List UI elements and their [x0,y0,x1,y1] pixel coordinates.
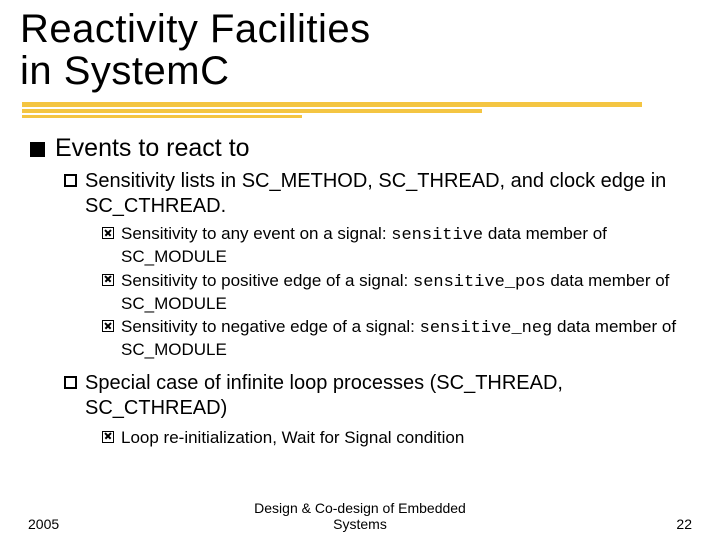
footer-center-line1: Design & Co-design of Embedded [254,500,466,516]
bullet-level3-item: Loop re-initialization, Wait for Signal … [102,427,690,448]
underline-bar-3 [22,115,302,118]
bullet-level3-item: Sensitivity to positive edge of a signal… [102,270,690,315]
bullet-level3-item: Sensitivity to any event on a signal: se… [102,223,690,268]
slide: Reactivity Facilities in SystemC Events … [0,0,720,540]
l3-text: Sensitivity to negative edge of a signal… [121,316,690,361]
title-underline [22,102,642,118]
bullet-level2-item: Sensitivity lists in SC_METHOD, SC_THREA… [64,169,690,219]
square-bullet-icon [30,142,45,157]
footer-center: Design & Co-design of Embedded Systems [254,500,466,532]
l2-text: Special case of infinite loop processes … [85,371,690,421]
hollow-square-bullet-icon [64,174,77,187]
l3-text: Loop re-initialization, Wait for Signal … [121,427,464,448]
l3-code: sensitive_neg [420,319,553,338]
bullet-level2-item: Special case of infinite loop processes … [64,371,690,421]
bullet-level1-item: Events to react to [30,134,690,163]
title-wrap: Reactivity Facilities in SystemC [0,0,720,92]
l3-code: sensitive_pos [413,273,546,292]
content-area: Events to react to Sensitivity lists in … [0,134,720,448]
bullet-level3-item: Sensitivity to negative edge of a signal… [102,316,690,361]
x-box-bullet-icon [102,227,114,239]
underline-bar-1 [22,102,642,107]
l3-text: Sensitivity to positive edge of a signal… [121,270,690,315]
x-box-bullet-icon [102,320,114,332]
footer-page-number: 22 [676,516,692,532]
footer-year: 2005 [28,516,59,532]
footer-center-line2: Systems [333,516,387,532]
hollow-square-bullet-icon [64,376,77,389]
title-line-2a: in System [20,49,200,93]
x-box-bullet-icon [102,274,114,286]
title-line-1: Reactivity Facilities [20,7,371,51]
l3-pre: Sensitivity to any event on a signal: [121,224,391,243]
slide-title: Reactivity Facilities in SystemC [20,8,720,92]
l3-pre: Sensitivity to negative edge of a signal… [121,317,420,336]
l2-text: Sensitivity lists in SC_METHOD, SC_THREA… [85,169,690,219]
title-line-2b: C [200,49,229,93]
l3-text: Sensitivity to any event on a signal: se… [121,223,690,268]
x-box-bullet-icon [102,431,114,443]
l1-text: Events to react to [55,134,250,163]
l3-code: sensitive [391,226,483,245]
l3-pre: Sensitivity to positive edge of a signal… [121,271,413,290]
underline-bar-2 [22,109,482,113]
